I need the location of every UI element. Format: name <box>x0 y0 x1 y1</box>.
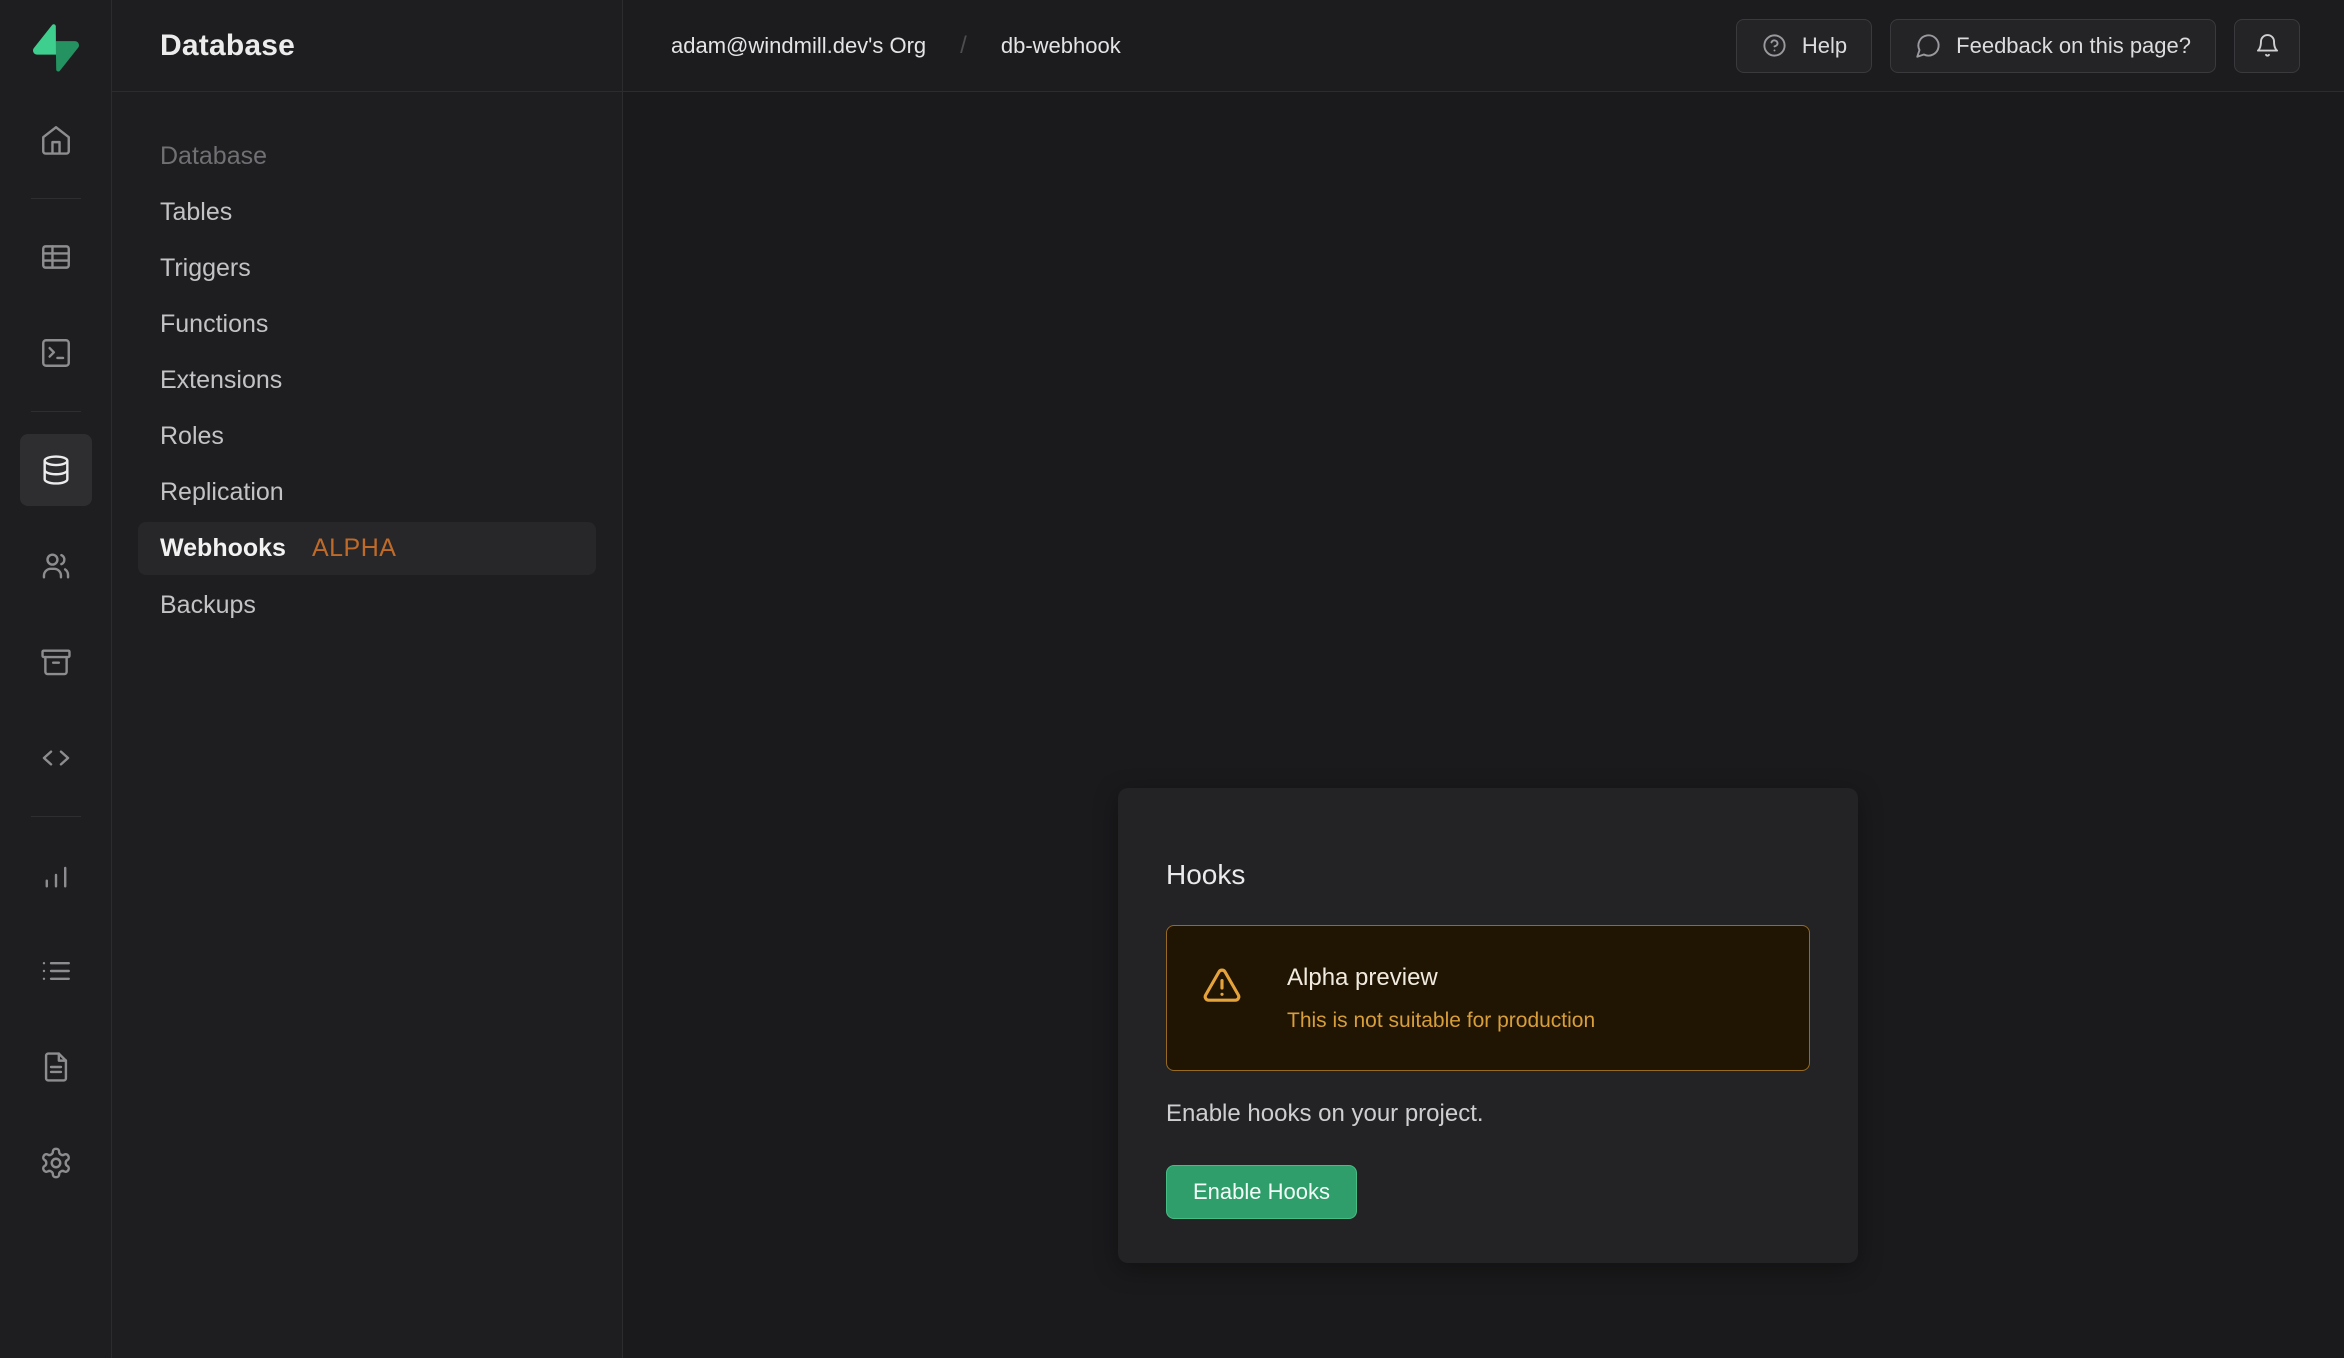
rail-item-database[interactable] <box>20 434 92 506</box>
hooks-card-title: Hooks <box>1166 858 1810 892</box>
rail-item-settings[interactable] <box>20 1127 92 1199</box>
hooks-card: Hooks Alpha preview This is not suitable… <box>1118 788 1858 1263</box>
home-icon <box>39 123 73 157</box>
edge-functions-icon <box>39 741 73 775</box>
rail-item-table-editor[interactable] <box>20 221 92 293</box>
rail-item-reports[interactable] <box>20 839 92 911</box>
app-root: Database Database Tables Triggers Functi… <box>0 0 2344 1358</box>
rail-divider <box>31 816 81 817</box>
alert-text: Alpha preview This is not suitable for p… <box>1287 962 1595 1034</box>
sidebar-item-roles[interactable]: Roles <box>138 408 596 464</box>
alpha-badge: ALPHA <box>312 534 396 563</box>
feedback-button[interactable]: Feedback on this page? <box>1890 19 2216 73</box>
sidebar-item-label: Tables <box>160 198 232 227</box>
rail-item-storage[interactable] <box>20 626 92 698</box>
chat-bubble-icon <box>1915 32 1942 59</box>
alpha-preview-alert: Alpha preview This is not suitable for p… <box>1166 925 1810 1071</box>
sidebar-item-webhooks[interactable]: Webhooks ALPHA <box>138 522 596 575</box>
reports-icon <box>39 858 73 892</box>
sidebar-item-label: Extensions <box>160 366 282 395</box>
alert-description: This is not suitable for production <box>1287 1008 1595 1034</box>
help-button[interactable]: Help <box>1736 19 1872 73</box>
supabase-logo-icon <box>33 24 79 72</box>
rail-item-edge-functions[interactable] <box>20 722 92 794</box>
settings-icon <box>39 1146 73 1180</box>
sidebar: Database Database Tables Triggers Functi… <box>112 0 623 1358</box>
sql-editor-icon <box>39 336 73 370</box>
sidebar-header: Database <box>112 0 622 92</box>
warning-triangle-icon <box>1201 964 1243 1006</box>
sidebar-item-label: Functions <box>160 310 268 339</box>
sidebar-item-tables[interactable]: Tables <box>138 184 596 240</box>
auth-users-icon <box>39 549 73 583</box>
sidebar-item-label: Webhooks <box>160 534 286 563</box>
sidebar-item-triggers[interactable]: Triggers <box>138 240 596 296</box>
enable-hooks-button[interactable]: Enable Hooks <box>1166 1165 1357 1219</box>
rail-item-logs[interactable] <box>20 935 92 1007</box>
storage-icon <box>39 645 73 679</box>
nav-rail <box>0 0 112 1358</box>
breadcrumb-project[interactable]: db-webhook <box>1001 33 1121 59</box>
sidebar-item-extensions[interactable]: Extensions <box>138 352 596 408</box>
rail-item-api-docs[interactable] <box>20 1031 92 1103</box>
help-circle-icon <box>1761 32 1788 59</box>
database-icon <box>39 453 73 487</box>
rail-divider <box>31 198 81 199</box>
sidebar-item-label: Backups <box>160 591 256 620</box>
main-content: Hooks Alpha preview This is not suitable… <box>623 92 2344 1358</box>
bell-icon <box>2254 32 2281 59</box>
rail-item-home[interactable] <box>20 104 92 176</box>
breadcrumb: adam@windmill.dev's Org / db-webhook <box>671 32 1121 60</box>
topbar-actions: Help Feedback on this page? <box>1736 19 2300 73</box>
sidebar-section-label: Database <box>138 128 596 184</box>
rail-item-auth[interactable] <box>20 530 92 602</box>
sidebar-title: Database <box>160 29 295 63</box>
breadcrumb-separator: / <box>960 32 967 60</box>
logs-icon <box>39 954 73 988</box>
sidebar-item-functions[interactable]: Functions <box>138 296 596 352</box>
supabase-logo[interactable] <box>20 18 92 78</box>
help-button-label: Help <box>1802 33 1847 59</box>
sidebar-nav: Database Tables Triggers Functions Exten… <box>112 92 622 633</box>
rail-divider <box>31 411 81 412</box>
sidebar-item-replication[interactable]: Replication <box>138 464 596 520</box>
table-editor-icon <box>39 240 73 274</box>
sidebar-item-label: Roles <box>160 422 224 451</box>
alert-title: Alpha preview <box>1287 962 1595 994</box>
enable-hooks-description: Enable hooks on your project. <box>1166 1099 1810 1129</box>
top-bar: adam@windmill.dev's Org / db-webhook Hel… <box>623 0 2344 92</box>
rail-item-sql-editor[interactable] <box>20 317 92 389</box>
breadcrumb-org[interactable]: adam@windmill.dev's Org <box>671 33 926 59</box>
feedback-button-label: Feedback on this page? <box>1956 33 2191 59</box>
sidebar-item-backups[interactable]: Backups <box>138 577 596 633</box>
notifications-button[interactable] <box>2234 19 2300 73</box>
api-docs-icon <box>39 1050 73 1084</box>
sidebar-item-label: Replication <box>160 478 284 507</box>
sidebar-item-label: Triggers <box>160 254 251 283</box>
